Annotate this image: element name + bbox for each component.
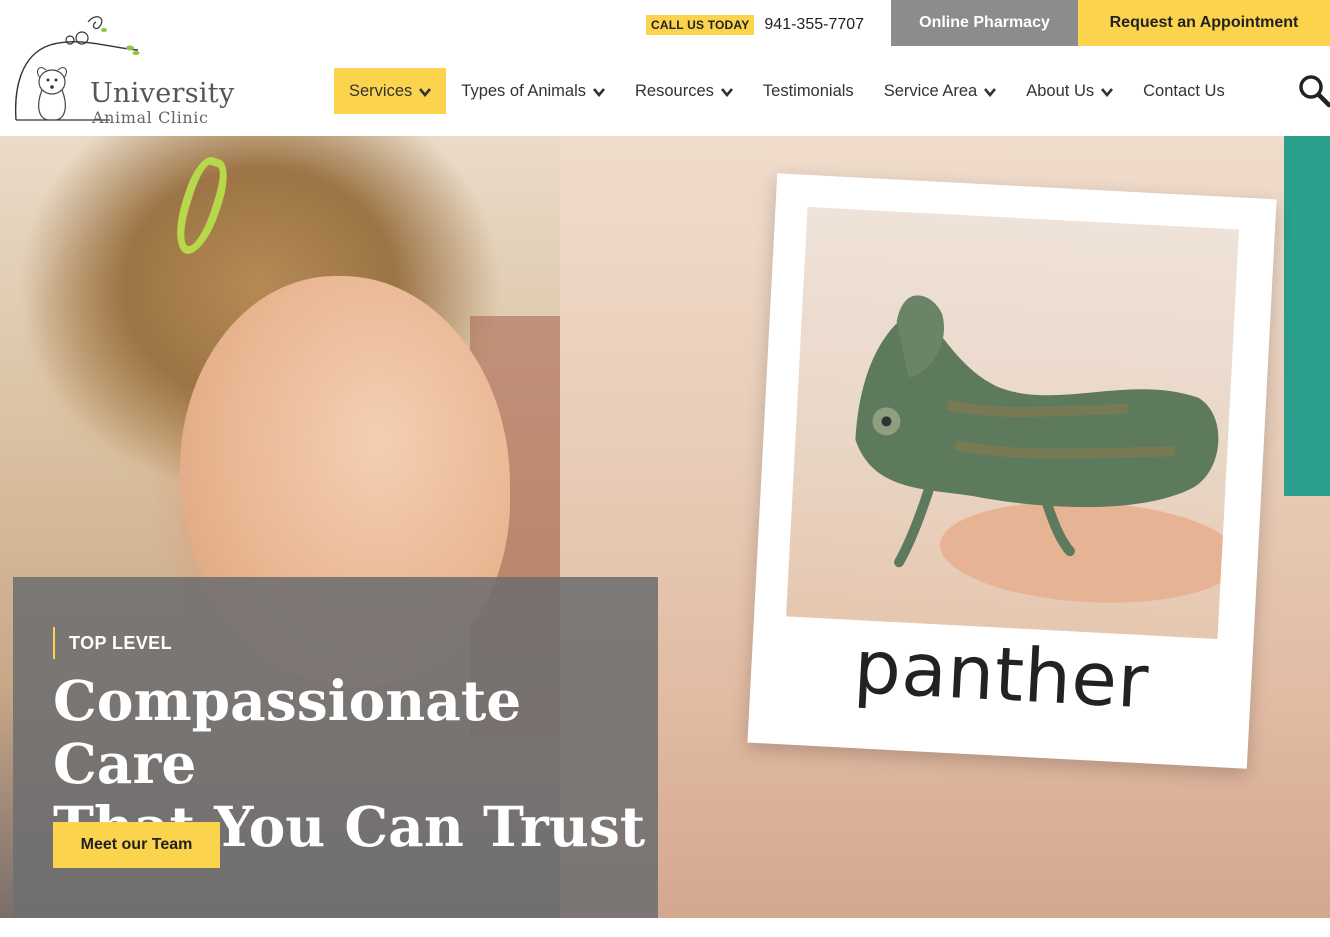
request-appointment-button[interactable]: Request an Appointment [1078, 0, 1330, 46]
hero-text-panel: TOP LEVEL Compassionate Care That You Ca… [13, 577, 658, 918]
nav-item-label: Types of Animals [461, 81, 587, 100]
chevron-down-icon [720, 88, 733, 97]
hero-headline-line1: Compassionate Care [53, 668, 522, 796]
search-icon[interactable] [1298, 74, 1330, 108]
hero-banner: panther TOP LEVEL Compassionate Care Tha… [0, 136, 1330, 918]
chevron-down-icon [984, 88, 997, 97]
chameleon-illustration [855, 295, 1239, 603]
chameleon-photo [786, 206, 1239, 639]
call-us-area: CALL US TODAY 941-355-7707 [646, 14, 864, 36]
nav-item-about-us[interactable]: About Us [1011, 68, 1128, 114]
online-pharmacy-button[interactable]: Online Pharmacy [891, 0, 1078, 46]
call-us-badge: CALL US TODAY [646, 15, 755, 35]
nav-item-label: Testimonials [762, 81, 854, 100]
nav-item-label: Contact Us [1143, 81, 1225, 100]
polaroid-photo: panther [747, 173, 1277, 769]
site-header: University Animal Clinic CALL US TODAY 9… [0, 0, 1330, 136]
logo-name-line1: University [90, 78, 235, 109]
nav-item-types-of-animals[interactable]: Types of Animals [446, 68, 620, 114]
meet-our-team-button[interactable]: Meet our Team [53, 822, 220, 868]
chevron-down-icon [1101, 88, 1114, 97]
phone-number-link[interactable]: 941-355-7707 [764, 16, 864, 34]
nav-item-service-area[interactable]: Service Area [869, 68, 1012, 114]
nav-item-services[interactable]: Services [334, 68, 447, 114]
nav-item-label: Services [349, 81, 413, 100]
nav-item-resources[interactable]: Resources [620, 68, 748, 114]
logo-name-line2: Animal Clinic [92, 108, 209, 127]
nav-item-label: Resources [635, 81, 714, 100]
nav-item-label: About Us [1026, 81, 1095, 100]
main-nav: Services Types of Animals Resources Test… [334, 68, 1240, 114]
chevron-down-icon [593, 88, 606, 97]
clinic-logo[interactable]: University Animal Clinic [10, 10, 240, 127]
nav-item-contact-us[interactable]: Contact Us [1128, 68, 1240, 114]
hero-teal-sleeve [1284, 136, 1330, 496]
nav-item-label: Service Area [883, 81, 978, 100]
nav-item-testimonials[interactable]: Testimonials [748, 68, 869, 114]
chevron-down-icon [419, 88, 432, 97]
hero-eyebrow: TOP LEVEL [53, 627, 172, 659]
